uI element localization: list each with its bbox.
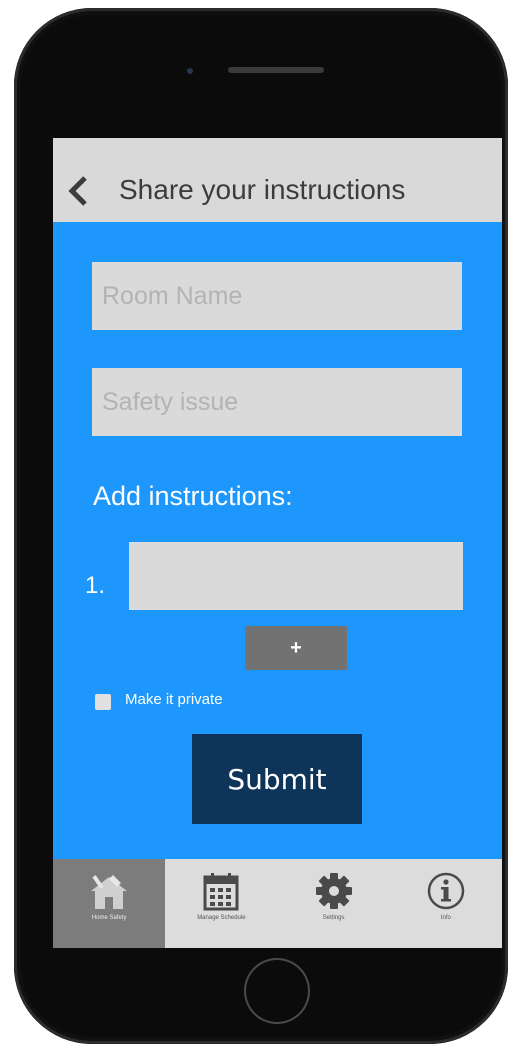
submit-button[interactable]: Submit: [192, 734, 362, 824]
room-name-input[interactable]: [92, 262, 462, 330]
earpiece-speaker: [228, 67, 324, 73]
home-button[interactable]: [244, 958, 310, 1024]
instruction-step-input[interactable]: [129, 542, 463, 610]
page-title: Share your instructions: [119, 174, 406, 205]
safety-issue-input[interactable]: [92, 368, 462, 436]
tab-manage-schedule[interactable]: Manage Schedule: [165, 859, 277, 948]
info-icon: [427, 872, 465, 910]
front-camera: [187, 68, 193, 74]
chevron-left-icon[interactable]: [67, 174, 89, 208]
title-bar: Share your instructions: [53, 138, 502, 222]
add-instructions-label: Add instructions:: [93, 481, 293, 511]
tab-label-settings: Settings: [322, 915, 345, 921]
tab-label-home-safety: Home Safety: [91, 915, 127, 921]
tab-info[interactable]: Info: [390, 859, 502, 948]
home-tools-icon: [91, 875, 128, 909]
add-step-button[interactable]: +: [245, 626, 347, 670]
app-screen: Share your instructions Add instructions…: [53, 138, 502, 948]
gear-icon: [315, 873, 352, 909]
instruction-step-number: 1.: [85, 572, 106, 599]
tab-label-manage-schedule: Manage Schedule: [197, 915, 246, 921]
tab-settings[interactable]: Settings: [278, 859, 390, 948]
tab-label-info: Info: [440, 915, 451, 921]
calendar-icon: [203, 873, 239, 911]
bottom-tab-bar: Home Safety Manage Schedule Settings Inf…: [53, 859, 502, 948]
tab-home-safety[interactable]: Home Safety: [53, 859, 166, 948]
private-checkbox-label: Make it private: [125, 691, 223, 708]
private-checkbox[interactable]: [95, 694, 111, 710]
